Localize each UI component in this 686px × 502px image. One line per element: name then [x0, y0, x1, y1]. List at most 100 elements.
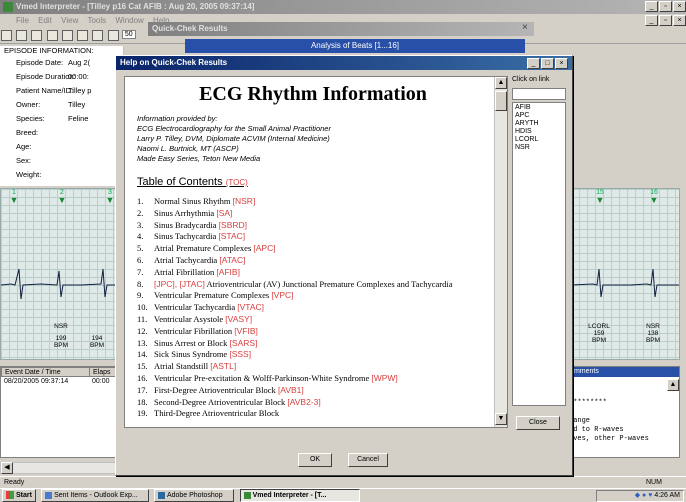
list-item[interactable]: APC: [515, 112, 563, 120]
toc-text: Sinus Tachycardia: [154, 231, 217, 242]
quick-chek-close-button[interactable]: ×: [522, 23, 528, 33]
email-icon[interactable]: [31, 30, 43, 41]
column-header-elapsed[interactable]: Elaps: [90, 368, 111, 376]
doc-restore-button[interactable]: ▫: [659, 15, 672, 26]
toc-link[interactable]: [STAC]: [218, 231, 245, 241]
toc-link[interactable]: [AFIB]: [216, 267, 240, 277]
list-item[interactable]: LCORL: [515, 136, 563, 144]
start-button[interactable]: Start: [2, 489, 36, 502]
toc-num: 18.: [137, 396, 148, 407]
side-link-input[interactable]: [512, 88, 566, 100]
episode-label: Sex:: [16, 156, 32, 165]
list-item: 17. First-Degree Atrioventricular Block […: [137, 385, 489, 397]
help-maximize-button[interactable]: □: [541, 58, 554, 69]
save-icon[interactable]: [16, 30, 28, 41]
cancel-button[interactable]: Cancel: [348, 453, 388, 467]
episode-row: Patient Name/ID:Tilley p: [0, 84, 123, 98]
minimize-button[interactable]: _: [645, 1, 658, 12]
ecg-strip-left[interactable]: 1 ▼ 2 ▼ 3 ▼ NSR 199 BPM 194 BPM: [0, 188, 124, 360]
menu-window[interactable]: Window: [115, 16, 143, 25]
toc-num: 15.: [137, 361, 148, 372]
menu-view[interactable]: View: [61, 16, 78, 25]
list-item[interactable]: NSR: [515, 144, 563, 152]
toc-link[interactable]: [VPC]: [271, 290, 293, 300]
zoom-icon[interactable]: [107, 30, 119, 41]
toc-link[interactable]: [SSS]: [229, 349, 251, 359]
beat-bpm-value: 159: [593, 330, 605, 337]
cut-icon[interactable]: [77, 30, 89, 41]
list-item: 2. Sinus Arrhythmia [SA]: [137, 208, 489, 220]
toc-link[interactable]: [VFIB]: [234, 326, 258, 336]
restore-button[interactable]: ▫: [659, 1, 672, 12]
credit-line: ECG Electrocardiography for the Small An…: [137, 124, 331, 133]
menu-edit[interactable]: Edit: [38, 16, 52, 25]
side-link-list[interactable]: AFIB APC ARYTH HDIS LCORL NSR: [512, 102, 566, 406]
taskbar-item-outlook[interactable]: Sent Items - Outlook Exp...: [41, 489, 150, 502]
credit-line: Made Easy Series, Teton New Media: [137, 154, 261, 163]
list-item[interactable]: ARYTH: [515, 120, 563, 128]
toc-text: Ventricular Tachycardia: [154, 302, 236, 313]
start-label: Start: [15, 492, 32, 499]
toc-text: Ventricular Asystole: [154, 313, 224, 324]
episode-value: 00:00:: [68, 72, 89, 81]
help-heading: ECG Rhythm Information: [199, 83, 427, 105]
toc-text: Third-Degree Atrioventricular Block: [154, 408, 280, 419]
toc-link[interactable]: [SA]: [216, 208, 232, 218]
menu-tools[interactable]: Tools: [87, 16, 106, 25]
comments-header: Comments: [561, 367, 679, 377]
outlook-icon: [45, 491, 53, 499]
task-label: Sent Items - Outlook Exp...: [54, 492, 138, 499]
print-preview-icon[interactable]: [1, 30, 12, 41]
column-header-datetime[interactable]: Event Date / Time: [2, 368, 90, 376]
list-item: 16. Ventricular Pre-excitation & Wolff-Pa…: [137, 373, 489, 385]
events-table: Event Date / Time Elaps 08/20/2005 09:37…: [0, 366, 124, 458]
toc-link[interactable]: [VASY]: [225, 314, 252, 324]
doc-minimize-button[interactable]: _: [645, 15, 658, 26]
paste-icon[interactable]: [92, 30, 104, 41]
toc-link[interactable]: [ASTL]: [210, 361, 236, 371]
help-scrollbar[interactable]: ▲ ▼: [494, 77, 507, 427]
toc-link[interactable]: [AVB1]: [278, 385, 304, 395]
list-item[interactable]: HDIS: [515, 128, 563, 136]
list-item[interactable]: AFIB: [515, 104, 563, 112]
zoom-value[interactable]: 50: [121, 30, 136, 39]
horizontal-scrollbar[interactable]: ◀: [0, 462, 124, 474]
list-item: 19. Third-Degree Atrioventricular Block: [137, 408, 489, 420]
episode-label: Age:: [16, 142, 32, 151]
scroll-down-button[interactable]: ▼: [495, 413, 507, 425]
toc-link[interactable]: [WPW]: [371, 373, 397, 383]
toc-link[interactable]: [ATAC]: [219, 255, 245, 265]
close-button[interactable]: ×: [673, 1, 686, 12]
list-item: 1. Normal Sinus Rhythm [NSR]: [137, 196, 489, 208]
toc-link[interactable]: [SBRD]: [219, 220, 247, 230]
toc-link[interactable]: [AVB2-3]: [287, 397, 320, 407]
menu-file[interactable]: File: [16, 16, 29, 25]
help-minimize-button[interactable]: _: [527, 58, 540, 69]
toc-link[interactable]: [SARS]: [230, 338, 258, 348]
heart-icon[interactable]: [46, 30, 58, 41]
ecg-strip-right[interactable]: 15 ▼ 16 ▼ LCORL 159 BPM NSR 138 BPM: [570, 188, 680, 360]
close-help-button[interactable]: Close: [516, 416, 560, 430]
taskbar-item-vmed[interactable]: Vmed Interpreter - [T...: [239, 489, 360, 502]
help-close-button[interactable]: ×: [555, 58, 568, 69]
copy-icon[interactable]: [61, 30, 73, 41]
toc-text: Atrial Premature Complexes: [154, 243, 252, 254]
scroll-up-button[interactable]: ▲: [667, 379, 679, 391]
toc-code-link[interactable]: (TOC): [226, 178, 248, 187]
toc-link[interactable]: [JPC], [JTAC]: [154, 279, 205, 289]
toc-link[interactable]: [VTAC]: [237, 302, 264, 312]
scroll-left-button[interactable]: ◀: [1, 462, 13, 474]
ok-button[interactable]: OK: [298, 453, 332, 467]
scroll-up-button[interactable]: ▲: [495, 77, 507, 89]
toc-link[interactable]: [NSR]: [233, 196, 256, 206]
scroll-thumb[interactable]: [495, 91, 507, 111]
toc-text: Sinus Arrest or Block: [154, 337, 228, 348]
toc-num: 12.: [137, 325, 148, 336]
taskbar-item-photoshop[interactable]: Adobe Photoshop: [154, 489, 235, 502]
toc-link[interactable]: [APC]: [253, 243, 275, 253]
beat-bpm-unit: BPM: [645, 337, 661, 344]
doc-close-button[interactable]: ×: [673, 15, 686, 26]
toc-text: Atrial Tachycardia: [154, 254, 218, 265]
beat-label: NSR: [49, 323, 73, 330]
table-row[interactable]: 08/20/2005 09:37:14 00:00: [1, 377, 123, 387]
